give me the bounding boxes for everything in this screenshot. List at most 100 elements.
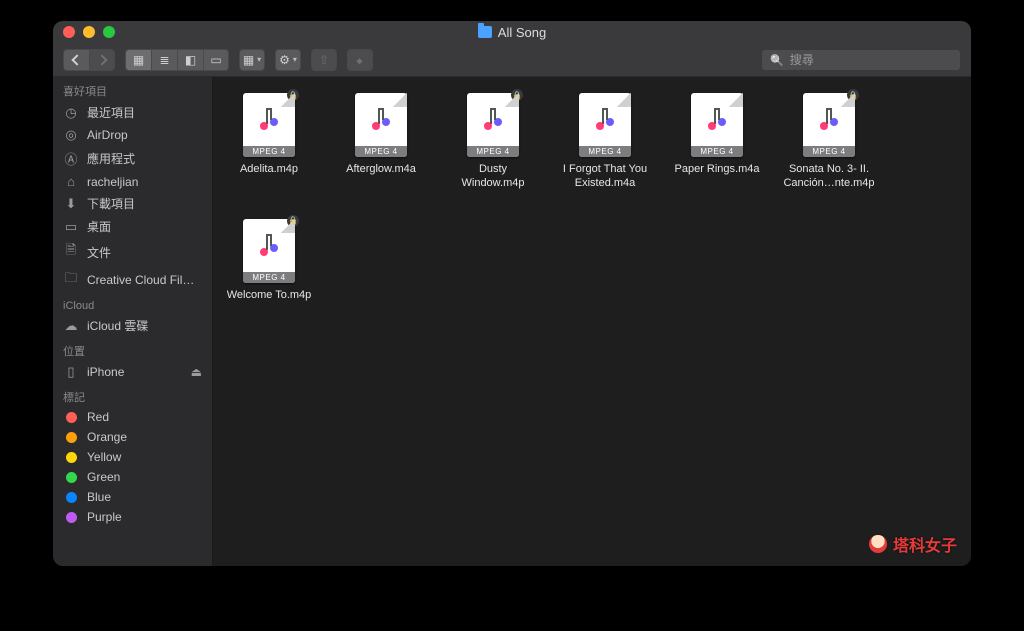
search-input[interactable] xyxy=(790,53,952,67)
share-icon xyxy=(319,53,329,67)
share-button[interactable] xyxy=(311,49,337,71)
sidebar-item-icloud-drive[interactable]: ☁ iCloud 雲碟 xyxy=(53,314,212,337)
minimize-icon[interactable] xyxy=(83,26,95,38)
sidebar-item-label: AirDrop xyxy=(87,128,128,142)
sidebar-tag-blue[interactable]: Blue xyxy=(53,487,212,507)
close-icon[interactable] xyxy=(63,26,75,38)
sidebar-item-documents[interactable]: 🗎 文件 xyxy=(53,238,212,266)
sidebar-item-downloads[interactable]: ⬇ 下載項目 xyxy=(53,192,212,215)
sidebar-item-label: Creative Cloud Fil… xyxy=(87,273,194,287)
window-title: All Song xyxy=(53,25,971,40)
zoom-icon[interactable] xyxy=(103,26,115,38)
sidebar-item-label: 最近項目 xyxy=(87,104,135,121)
view-list-button[interactable]: ≣ xyxy=(151,49,177,71)
music-icon xyxy=(467,105,519,133)
file-name: Adelita.m4p xyxy=(240,163,298,177)
lock-icon: 🔒 xyxy=(511,89,523,101)
music-icon xyxy=(243,231,295,259)
sidebar-tag-red[interactable]: Red xyxy=(53,407,212,427)
watermark-label: 塔科女子 xyxy=(893,532,957,556)
sidebar-item-label: Orange xyxy=(87,430,127,444)
sidebar-tag-green[interactable]: Green xyxy=(53,467,212,487)
view-icons-button[interactable]: ▦ xyxy=(125,49,151,71)
music-icon xyxy=(691,105,743,133)
tags-button[interactable] xyxy=(347,49,373,71)
cloud-icon: ☁ xyxy=(63,318,79,334)
sidebar: 喜好項目 ◷最近項目 ◎AirDrop Ⓐ 應用程式 ⌂racheljian ⬇ 下… xyxy=(53,77,213,566)
file-item[interactable]: MPEG 4🔒Sonata No. 3- II. Canción…nte.m4p xyxy=(783,93,875,191)
sidebar-item-home[interactable]: ⌂racheljian xyxy=(53,171,212,192)
file-name: Paper Rings.m4a xyxy=(675,163,760,177)
doc-icon: 🗎 xyxy=(63,241,79,263)
phone-icon: ▯ xyxy=(63,364,79,380)
sidebar-section-favorites: 喜好項目 xyxy=(53,77,212,101)
file-name: Welcome To.m4p xyxy=(227,289,312,303)
file-thumb: MPEG 4🔒 xyxy=(243,219,295,283)
folder-icon: 🗀 xyxy=(63,269,79,291)
lock-icon: 🔒 xyxy=(287,215,299,227)
file-thumb: MPEG 4🔒 xyxy=(803,93,855,157)
arrange-button[interactable]: ▦ xyxy=(239,49,265,71)
sidebar-item-label: 文件 xyxy=(87,244,111,261)
view-switcher: ▦ ≣ ◧ ▭ xyxy=(125,49,229,71)
music-icon xyxy=(355,105,407,133)
file-grid: MPEG 4🔒Adelita.m4pMPEG 4Afterglow.m4aMPE… xyxy=(213,77,971,318)
file-thumb: MPEG 4 xyxy=(355,93,407,157)
titlebar: All Song xyxy=(53,21,971,43)
file-thumb: MPEG 4 xyxy=(579,93,631,157)
tag-dot-icon xyxy=(63,512,79,523)
search-icon xyxy=(770,53,784,67)
file-item[interactable]: MPEG 4I Forgot That You Existed.m4a xyxy=(559,93,651,191)
sidebar-item-label: Blue xyxy=(87,490,111,504)
watermark: 塔科女子 xyxy=(869,532,957,556)
watermark-icon xyxy=(869,535,887,553)
file-name: Afterglow.m4a xyxy=(346,163,416,177)
sidebar-section-icloud: iCloud xyxy=(53,294,212,314)
sidebar-tag-yellow[interactable]: Yellow xyxy=(53,447,212,467)
file-item[interactable]: MPEG 4🔒Dusty Window.m4p xyxy=(447,93,539,191)
file-badge: MPEG 4 xyxy=(243,272,295,283)
sidebar-item-iphone[interactable]: ▯ iPhone ⏏ xyxy=(53,361,212,383)
tag-dot-icon xyxy=(63,492,79,503)
eject-icon[interactable]: ⏏ xyxy=(191,365,202,379)
forward-button[interactable] xyxy=(89,49,115,71)
sidebar-item-label: Green xyxy=(87,470,120,484)
sidebar-tag-orange[interactable]: Orange xyxy=(53,427,212,447)
action-button[interactable] xyxy=(275,49,301,71)
view-columns-button[interactable]: ◧ xyxy=(177,49,203,71)
file-item[interactable]: MPEG 4🔒 Adelita.m4p xyxy=(223,93,315,191)
nav-group xyxy=(63,49,115,71)
window-title-label: All Song xyxy=(498,25,546,40)
sidebar-item-label: racheljian xyxy=(87,175,138,189)
file-thumb: MPEG 4🔒 xyxy=(243,93,295,157)
sidebar-item-label: iCloud 雲碟 xyxy=(87,317,148,334)
file-badge: MPEG 4 xyxy=(803,146,855,157)
desktop-icon: ▭ xyxy=(63,219,79,235)
sidebar-item-airdrop[interactable]: ◎AirDrop xyxy=(53,124,212,146)
finder-window: All Song ▦ ≣ ◧ ▭ ▦ 喜好項目 ◷最近項目 ◎AirDr xyxy=(53,21,971,566)
sidebar-item-label: 下載項目 xyxy=(87,195,135,212)
file-item[interactable]: MPEG 4 Paper Rings.m4a xyxy=(671,93,763,191)
file-badge: MPEG 4 xyxy=(467,146,519,157)
sidebar-item-ccloud[interactable]: 🗀 Creative Cloud Fil… xyxy=(53,266,212,294)
music-icon xyxy=(803,105,855,133)
back-button[interactable] xyxy=(63,49,89,71)
tag-dot-icon xyxy=(63,412,79,423)
sidebar-item-label: 應用程式 xyxy=(87,150,135,167)
sidebar-item-recents[interactable]: ◷最近項目 xyxy=(53,101,212,124)
file-item[interactable]: MPEG 4🔒 Welcome To.m4p xyxy=(223,219,315,303)
sidebar-item-desktop[interactable]: ▭桌面 xyxy=(53,215,212,238)
search-field[interactable] xyxy=(761,49,961,71)
download-icon: ⬇ xyxy=(63,196,79,212)
view-gallery-button[interactable]: ▭ xyxy=(203,49,229,71)
file-thumb: MPEG 4 xyxy=(691,93,743,157)
lock-icon: 🔒 xyxy=(847,89,859,101)
music-icon xyxy=(579,105,631,133)
apps-icon: Ⓐ xyxy=(63,149,79,168)
folder-icon xyxy=(478,26,492,38)
sidebar-tag-purple[interactable]: Purple xyxy=(53,507,212,527)
sidebar-item-label: Yellow xyxy=(87,450,121,464)
content-area[interactable]: MPEG 4🔒Adelita.m4pMPEG 4Afterglow.m4aMPE… xyxy=(213,77,971,566)
sidebar-item-apps[interactable]: Ⓐ 應用程式 xyxy=(53,146,212,171)
file-item[interactable]: MPEG 4 Afterglow.m4a xyxy=(335,93,427,191)
